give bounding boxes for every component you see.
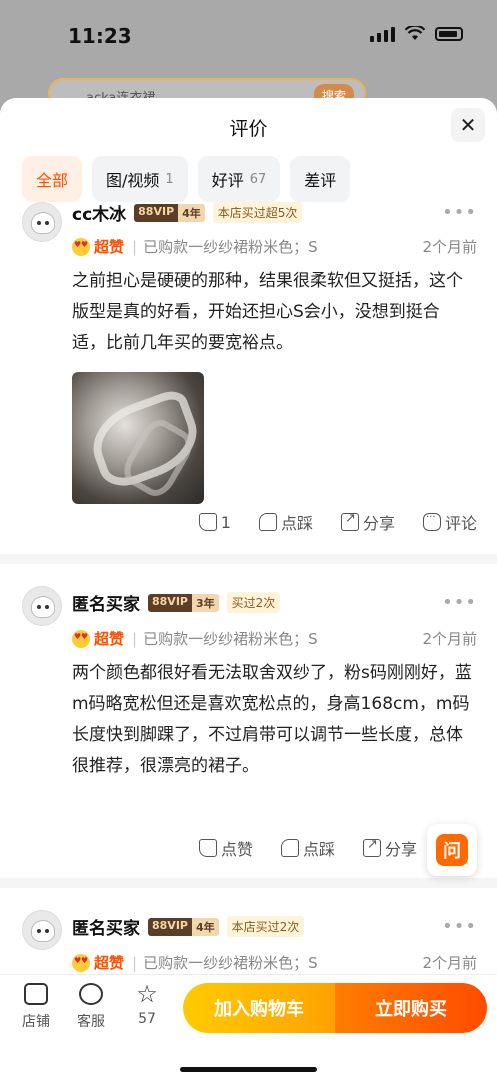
purchase-tag: 买过2次 xyxy=(226,592,281,613)
reviewer-row: 匿名买家 88VIP 4年 本店买过2次 xyxy=(72,914,305,939)
favorite-count: 57 xyxy=(138,1011,156,1027)
review-meta: 超赞 | 已购款一纱纱裙粉米色；S 2个月前 xyxy=(72,952,477,973)
vip-badge: 88VIP 4年 xyxy=(134,203,205,222)
review-time: 2个月前 xyxy=(422,954,477,972)
close-button[interactable]: ✕ xyxy=(451,108,485,142)
thumb-down-icon xyxy=(258,513,277,531)
sku-info: 已购款一纱纱裙粉米色；S xyxy=(143,954,318,972)
close-icon: ✕ xyxy=(459,113,477,137)
filter-label: 差评 xyxy=(304,171,337,190)
reviewer-row: cc木冰 88VIP 4年 本店买过超5次 xyxy=(72,200,303,225)
share-icon xyxy=(340,511,359,531)
rating-badge: 超赞 xyxy=(72,236,124,257)
status-bar: 11:23 acka连衣裙 搜索 xyxy=(0,0,497,108)
review-content: 之前担心是硬硬的那种，结果很柔软但又挺括，这个版型是真的好看，开始还担心S会小，… xyxy=(72,271,463,353)
thumb-up-icon xyxy=(198,513,217,531)
avatar[interactable] xyxy=(22,202,62,242)
sku-info: 已购款一纱纱裙粉米色；S xyxy=(143,630,318,648)
status-time: 11:23 xyxy=(68,24,132,48)
wifi-icon xyxy=(405,26,425,40)
reviewer-name: cc木冰 xyxy=(72,205,127,225)
filter-label: 图/视频 xyxy=(106,171,160,190)
signal-icon xyxy=(370,26,395,42)
vip-badge: 88VIP 3年 xyxy=(148,593,219,612)
review-meta: 超赞 | 已购款一纱纱裙粉米色；S 2个月前 xyxy=(72,236,477,257)
more-icon[interactable]: ••• xyxy=(442,916,477,937)
comment-icon xyxy=(422,512,441,531)
review-actions: 1 点踩 分享 评论 xyxy=(198,510,477,534)
star-icon: ☆ xyxy=(136,980,158,1008)
filter-negative[interactable]: 差评 xyxy=(290,156,351,202)
sku-info: 已购款一纱纱裙粉米色；S xyxy=(143,238,318,256)
reviewer-name: 匿名买家 xyxy=(72,919,140,939)
dislike-button[interactable]: 点踩 xyxy=(258,510,313,534)
review-photo[interactable] xyxy=(72,372,204,504)
rating-badge: 超赞 xyxy=(72,952,124,973)
more-icon[interactable]: ••• xyxy=(442,202,477,223)
filter-count: 67 xyxy=(249,171,267,187)
status-icons xyxy=(370,26,463,42)
vip-badge: 88VIP 4年 xyxy=(148,917,219,936)
dislike-button[interactable]: 点踩 xyxy=(280,836,335,860)
heart-eyes-icon xyxy=(72,237,90,256)
share-button[interactable]: 分享 xyxy=(340,510,395,534)
service-tab[interactable]: 客服 xyxy=(69,983,113,1031)
screen: 11:23 acka连衣裙 搜索 评价 ✕ 全部 图/视频 1 好评 67 差评 c… xyxy=(0,0,497,1080)
comment-button[interactable]: 评论 xyxy=(422,510,477,534)
sheet-title: 评价 xyxy=(229,118,268,140)
review-card: 匿名买家 88VIP4年 本店买过2次 ••• 超赞 | 已购款一纱纱裙粉米色；… xyxy=(0,888,497,988)
reviewer-row: 匿名买家 88VIP 3年 买过2次 xyxy=(72,590,281,615)
heart-eyes-icon xyxy=(72,629,90,648)
purchase-tag: 本店买过超5次 xyxy=(212,202,303,223)
filter-media[interactable]: 图/视频 1 xyxy=(92,156,188,202)
battery-icon xyxy=(435,27,463,41)
like-button[interactable]: 1 xyxy=(198,510,231,534)
review-time: 2个月前 xyxy=(422,238,477,256)
home-indicator xyxy=(180,1067,317,1072)
review-time: 2个月前 xyxy=(422,630,477,648)
like-button[interactable]: 点赞 xyxy=(198,836,253,860)
share-button[interactable]: 分享 xyxy=(362,836,417,860)
review-actions: 点赞 点踩 分享 xyxy=(198,836,417,860)
thumb-down-icon xyxy=(280,839,299,857)
filter-label: 好评 xyxy=(211,171,244,190)
add-to-cart-button[interactable]: 加入购物车 xyxy=(183,983,335,1033)
reviewer-name: 匿名买家 xyxy=(72,595,140,615)
divider xyxy=(0,554,497,564)
ask-button[interactable]: 问 xyxy=(427,824,477,876)
review-content: 两个颜色都很好看无法取舍双纱了，粉s码刚刚好，蓝m码略宽松但还是喜欢宽松点的，身… xyxy=(72,663,472,776)
shop-icon xyxy=(24,983,48,1005)
rating-badge: 超赞 xyxy=(72,628,124,649)
filter-label: 全部 xyxy=(36,171,69,190)
filter-positive[interactable]: 好评 67 xyxy=(197,156,281,202)
thumb-up-icon xyxy=(198,839,217,857)
review-card: 匿名买家 88VIP3年 买过2次 ••• 超赞 | 已购款一纱纱裙粉米色；S … xyxy=(0,564,497,874)
review-filters: 全部 图/视频 1 好评 67 差评 xyxy=(22,156,351,202)
heart-eyes-icon xyxy=(72,953,90,972)
service-icon xyxy=(79,983,103,1005)
avatar[interactable] xyxy=(22,910,62,950)
favorite-tab[interactable]: ☆ 57 xyxy=(125,980,169,1027)
shop-tab[interactable]: 店铺 xyxy=(14,983,58,1031)
service-label: 客服 xyxy=(77,1014,105,1030)
reviews-sheet: 评价 ✕ 全部 图/视频 1 好评 67 差评 cc木冰 88VIP 4年 本店买过超… xyxy=(0,98,497,1080)
filter-count: 1 xyxy=(165,171,174,187)
buy-now-button[interactable]: 立即购买 xyxy=(335,983,487,1033)
share-icon xyxy=(362,837,381,857)
review-card: cc木冰 88VIP4年 本店买过超5次 ••• 超赞 | 已购款一纱纱裙粉米色… xyxy=(0,202,497,554)
more-icon[interactable]: ••• xyxy=(442,592,477,613)
review-meta: 超赞 | 已购款一纱纱裙粉米色；S 2个月前 xyxy=(72,628,477,649)
shop-label: 店铺 xyxy=(22,1014,50,1030)
avatar[interactable] xyxy=(22,586,62,626)
bottom-bar: 店铺 客服 ☆ 57 加入购物车 立即购买 xyxy=(0,974,497,1080)
divider xyxy=(0,878,497,888)
ask-icon: 问 xyxy=(436,834,468,866)
filter-all[interactable]: 全部 xyxy=(22,156,83,202)
purchase-tag: 本店买过2次 xyxy=(226,916,305,937)
